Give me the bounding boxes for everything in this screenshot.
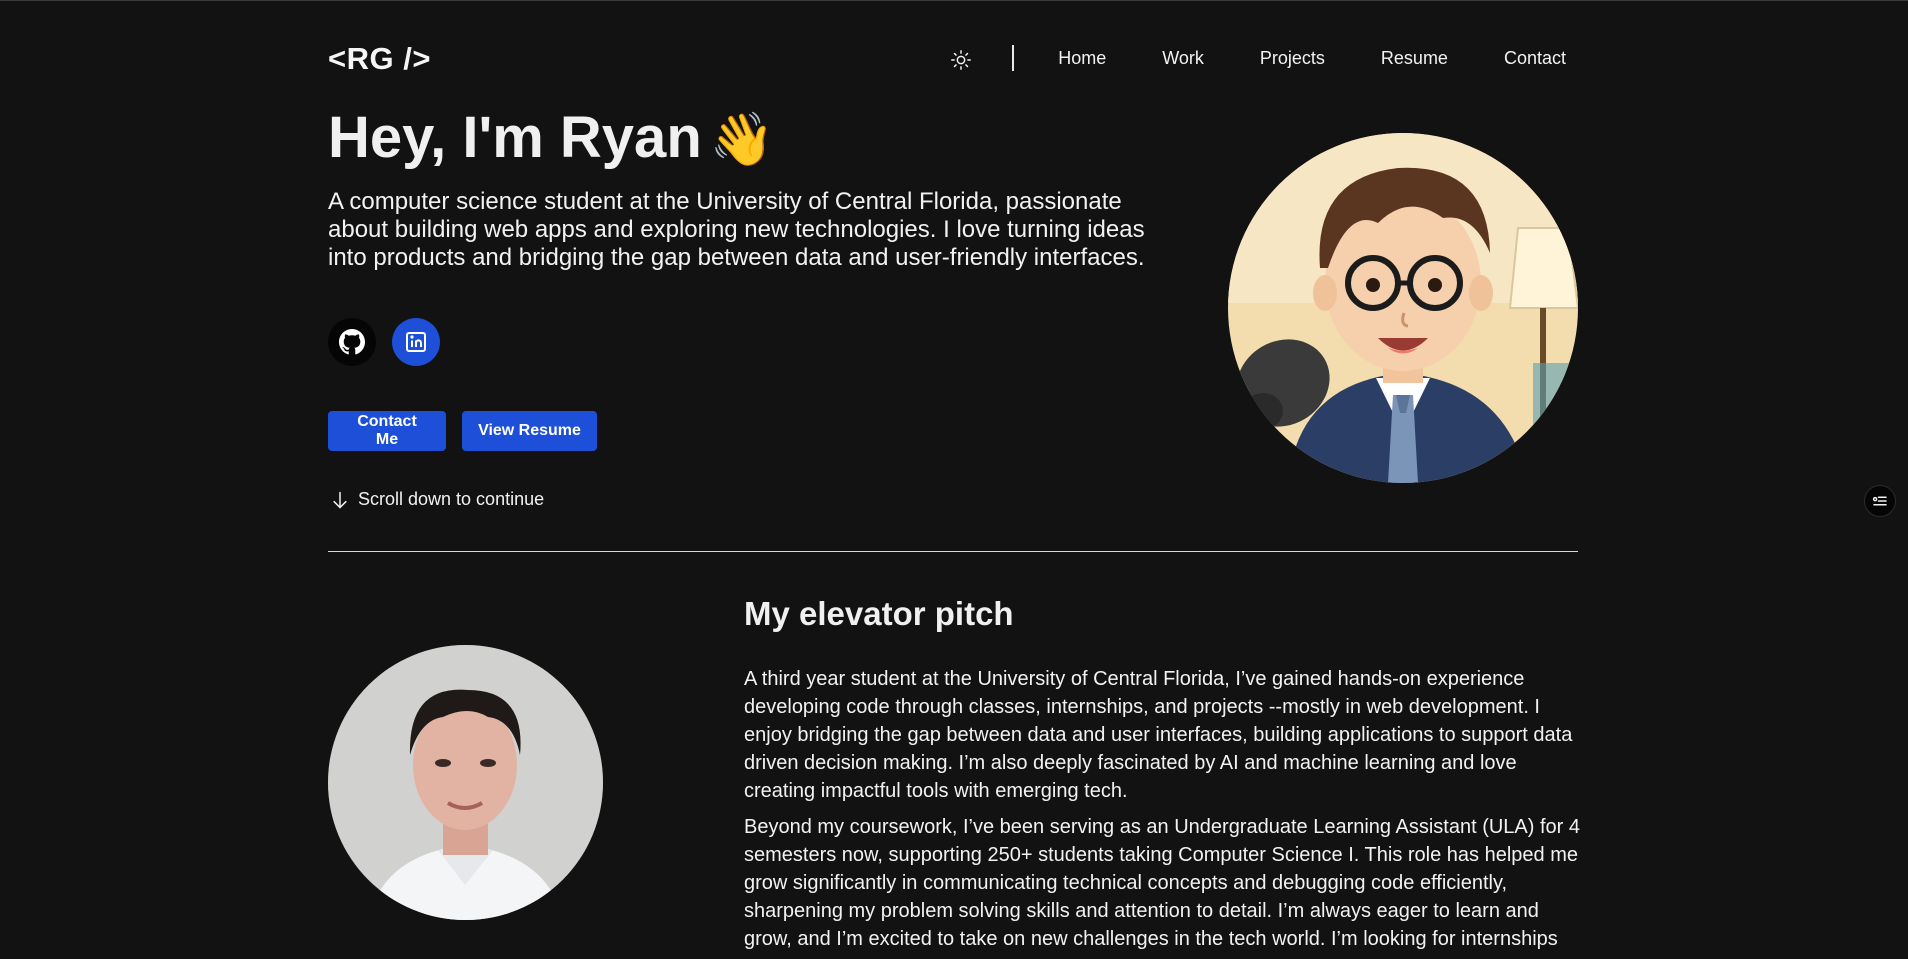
cartoon-avatar xyxy=(1228,133,1578,483)
hero-description: A computer science student at the Univer… xyxy=(328,188,1145,271)
scroll-hint-text: Scroll down to continue xyxy=(358,489,545,509)
view-resume-button[interactable]: View Resume xyxy=(462,411,597,451)
linkedin-icon xyxy=(406,332,426,352)
linkedin-link[interactable] xyxy=(392,318,440,366)
floating-menu-button[interactable] xyxy=(1864,485,1896,517)
pitch-paragraph: A third year student at the University o… xyxy=(744,668,1573,802)
nav-contact[interactable]: Contact xyxy=(1504,48,1566,69)
sun-icon xyxy=(951,50,971,70)
hero-title-text: Hey, I'm Ryan xyxy=(328,105,702,170)
nav-home[interactable]: Home xyxy=(1058,48,1106,69)
page: <RG /> Home Work Projects Resume Contact xyxy=(0,0,1908,959)
hero-title: Hey, I'm Ryan 👋 xyxy=(328,104,775,171)
section-divider xyxy=(328,551,1578,552)
site-header: <RG /> Home Work Projects Resume Contact xyxy=(328,39,1578,79)
theme-toggle-button[interactable] xyxy=(950,49,972,71)
cartoon-portrait-image xyxy=(1228,133,1578,483)
contact-me-button[interactable]: Contact Me xyxy=(328,411,446,451)
profile-photo xyxy=(328,645,603,920)
main-nav: Home Work Projects Resume Contact xyxy=(1058,48,1566,69)
profile-photo-image xyxy=(328,645,603,920)
wave-emoji: 👋 xyxy=(709,111,775,169)
pitch-title: My elevator pitch xyxy=(744,595,1014,632)
pitch-body: A third year student at the University o… xyxy=(744,665,1584,959)
header-divider xyxy=(1012,45,1014,71)
arrow-down-icon xyxy=(333,491,347,508)
scroll-hint: Scroll down to continue xyxy=(330,489,544,510)
site-logo[interactable]: <RG /> xyxy=(328,41,431,77)
github-link[interactable] xyxy=(328,318,376,366)
nav-resume[interactable]: Resume xyxy=(1381,48,1448,69)
list-settings-icon xyxy=(1872,496,1887,506)
pitch-paragraph: Beyond my coursework, I’ve been serving … xyxy=(744,816,1580,950)
nav-work[interactable]: Work xyxy=(1162,48,1204,69)
github-icon xyxy=(339,329,365,355)
nav-projects[interactable]: Projects xyxy=(1260,48,1325,69)
